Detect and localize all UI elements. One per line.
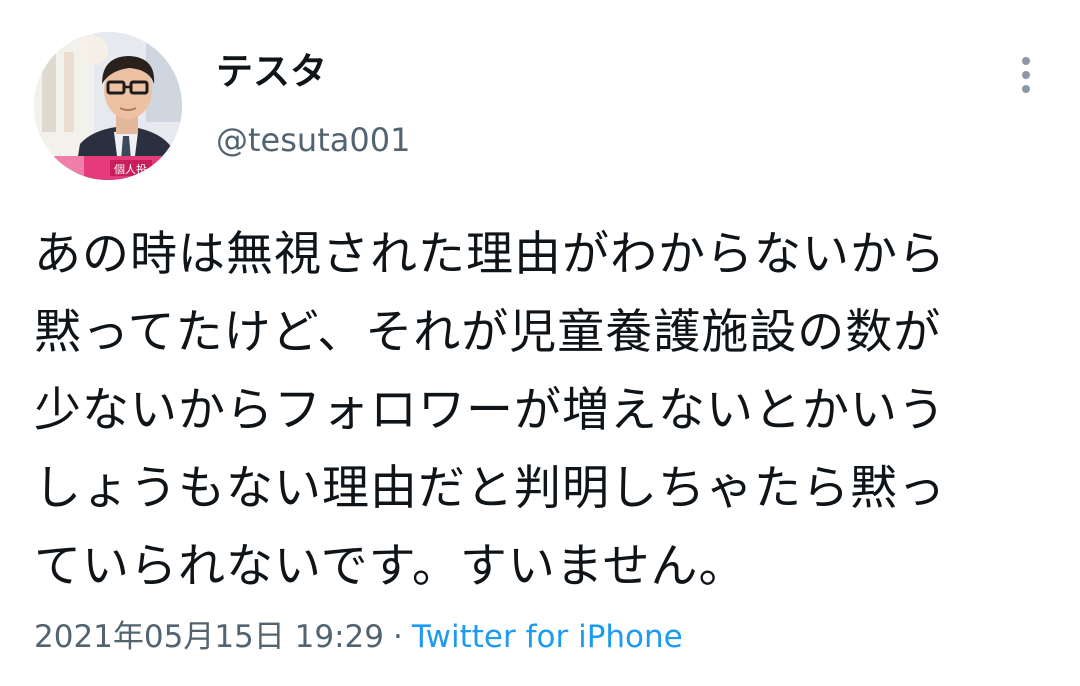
tweet-detail: 個人投 テスタ @tesuta001 あの時は無視された理由がわからないから 黙…	[0, 0, 1080, 686]
avatar[interactable]: 個人投	[34, 32, 182, 180]
timestamp[interactable]: 2021年05月15日 19:29	[34, 619, 384, 655]
source-link[interactable]: Twitter for iPhone	[412, 619, 683, 655]
tweet-text-line: 少ないからフォロワーが増えないとかいう	[34, 383, 946, 438]
tweet-text-line: ていられないです。すいません。	[34, 539, 747, 594]
user-handle[interactable]: @tesuta001	[216, 118, 410, 162]
display-name[interactable]: テスタ	[216, 48, 327, 96]
tweet-text: あの時は無視された理由がわからないから 黙ってたけど、それが児童養護施設の数が …	[34, 216, 1034, 606]
more-options-button[interactable]	[1004, 50, 1048, 100]
avatar-caption: 個人投	[114, 162, 147, 176]
meta-separator: ·	[392, 619, 403, 655]
avatar-image: 個人投	[34, 32, 182, 180]
tweet-meta: 2021年05月15日 19:29 · Twitter for iPhone	[34, 614, 683, 660]
tweet-text-line: あの時は無視された理由がわからないから	[34, 227, 946, 282]
tweet-text-line: しょうもない理由だと判明しちゃたら黙っ	[34, 461, 946, 516]
vertical-ellipsis-icon	[1022, 57, 1030, 93]
tweet-text-line: 黙ってたけど、それが児童養護施設の数が	[34, 305, 942, 360]
